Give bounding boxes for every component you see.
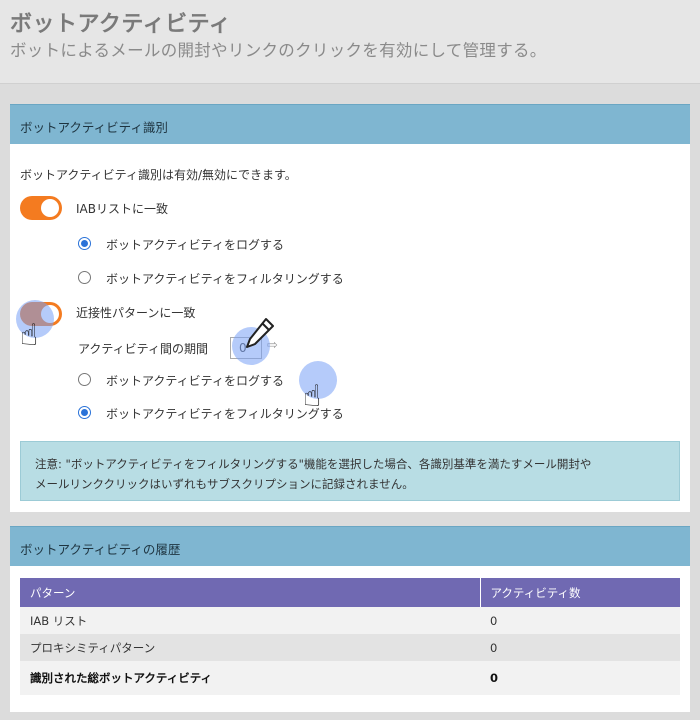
iab-filter-radio[interactable]	[78, 271, 91, 284]
page-title: ボットアクティビティ	[10, 12, 232, 37]
pencil-icon	[244, 316, 276, 350]
column-header-count: アクティビティ数	[479, 578, 680, 607]
table-row: プロキシミティパターン 0	[20, 634, 680, 661]
note-box: 注意: "ボットアクティビティをフィルタリングする"機能を選択した場合、各識別基…	[20, 441, 680, 501]
iab-toggle-label: IABリストに一致	[76, 202, 168, 216]
proximity-filter-radio[interactable]	[78, 406, 91, 419]
history-table: パターン アクティビティ数 IAB リスト 0 プロキシミティパターン 0 識別…	[20, 578, 680, 695]
note-line-2: メールリンククリックはいずれもサブスクリプションに記録されません。	[35, 477, 414, 491]
iab-filter-label[interactable]: ボットアクティビティをフィルタリングする	[106, 270, 344, 287]
note-line-1: 注意: "ボットアクティビティをフィルタリングする"機能を選択した場合、各識別基…	[35, 457, 592, 471]
iab-toggle[interactable]	[20, 196, 62, 220]
table-total-row: 識別された総ボットアクティビティ 0	[20, 661, 680, 695]
toggle-knob	[41, 199, 59, 217]
total-label: 識別された総ボットアクティビティ	[20, 661, 480, 695]
page-header: ボットアクティビティ ボットによるメールの開封やリンクのクリックを有効にして管理…	[0, 0, 700, 84]
table-row: IAB リスト 0	[20, 607, 680, 634]
identification-panel-title: ボットアクティビティ識別	[10, 104, 690, 144]
total-count: 0	[480, 661, 680, 695]
table-header-row: パターン アクティビティ数	[20, 578, 680, 607]
identification-panel: ボットアクティビティ識別 ボットアクティビティ識別は有効/無効にできます。 IA…	[10, 104, 690, 512]
row-count: 0	[480, 634, 680, 661]
iab-log-radio[interactable]	[78, 237, 91, 250]
proximity-toggle-label: 近接性パターンに一致	[76, 306, 196, 320]
row-pattern: プロキシミティパターン	[20, 634, 480, 661]
column-header-pattern: パターン	[20, 578, 480, 607]
proximity-log-radio[interactable]	[78, 373, 91, 386]
proximity-log-label[interactable]: ボットアクティビティをログする	[106, 372, 284, 389]
row-count: 0	[480, 607, 680, 634]
hand-pointer-icon: ☝	[303, 379, 322, 414]
page-subtitle: ボットによるメールの開封やリンクのクリックを有効にして管理する。	[10, 41, 547, 60]
history-panel: ボットアクティビティの履歴 パターン アクティビティ数 IAB リスト 0 プロ…	[10, 526, 690, 712]
row-pattern: IAB リスト	[20, 607, 480, 634]
iab-log-label[interactable]: ボットアクティビティをログする	[106, 236, 284, 253]
history-panel-title: ボットアクティビティの履歴	[10, 526, 690, 566]
identification-description: ボットアクティビティ識別は有効/無効にできます。	[20, 168, 297, 182]
interval-label: アクティビティ間の期間	[78, 342, 208, 356]
hand-pointer-icon: ☝	[20, 318, 39, 353]
